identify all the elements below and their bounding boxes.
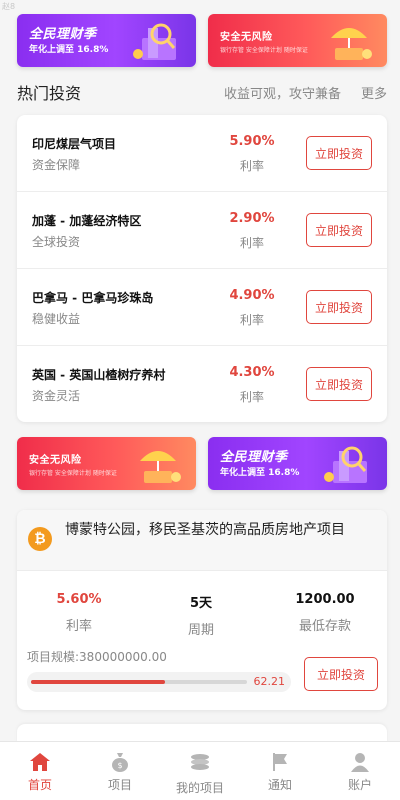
list-item[interactable]: 印尼煤层气项目 资金保障 5.90% 利率 立即投资 bbox=[17, 115, 387, 192]
list-item[interactable]: 英国 - 英国山楂树疗养村 资金灵活 4.30% 利率 立即投资 bbox=[17, 346, 387, 423]
rate-label: 利率 bbox=[239, 313, 264, 327]
investment-name: 加蓬 - 加蓬经济特区 bbox=[32, 214, 142, 228]
magnifier-illustration-icon bbox=[133, 23, 176, 60]
rate-label: 利率 bbox=[239, 390, 264, 404]
svg-text:$: $ bbox=[117, 761, 122, 770]
project-scale: 项目规模:380000000.00 bbox=[27, 650, 167, 664]
investment-name: 英国 - 英国山楂树疗养村 bbox=[32, 368, 166, 382]
investment-rate: 5.90% bbox=[229, 134, 275, 149]
user-icon bbox=[351, 753, 369, 772]
banner-title: 安全无风险 bbox=[29, 455, 82, 466]
progress-fill bbox=[31, 680, 166, 684]
top-banner-row: 全民理财季 年化上调至 16.8% 安全无风险 银行存管 安全保障计划 随时保证 bbox=[0, 14, 400, 67]
invest-now-button[interactable]: 立即投资 bbox=[306, 213, 372, 247]
tab-label: 我的项目 bbox=[175, 781, 224, 795]
money-bag-icon: $ bbox=[112, 753, 128, 772]
section-slogan: 收益可观，攻守兼备 bbox=[223, 86, 341, 102]
flag-icon bbox=[273, 753, 287, 771]
tab-home[interactable]: 首页 bbox=[0, 742, 80, 800]
invest-now-button[interactable]: 立即投资 bbox=[306, 290, 372, 324]
banner-title: 安全无风险 bbox=[220, 32, 273, 43]
bitcoin-icon: ₿ bbox=[28, 527, 52, 551]
invest-now-button[interactable]: 立即投资 bbox=[306, 367, 372, 401]
umbrella-illustration-icon bbox=[140, 451, 181, 483]
investment-name: 印尼煤层气项目 bbox=[32, 137, 117, 151]
banner-subtitle: 年化上调至 16.8% bbox=[29, 45, 109, 55]
section-title: 热门投资 bbox=[17, 84, 82, 103]
tab-label: 通知 bbox=[267, 778, 292, 792]
tab-projects[interactable]: $ 项目 bbox=[80, 742, 160, 800]
tab-my-projects[interactable]: 我的项目 bbox=[160, 742, 240, 800]
project-title: 博蒙特公园，移民圣基茨的高品质房地产项目 bbox=[65, 522, 345, 538]
magnifier-illustration-icon bbox=[324, 446, 367, 483]
umbrella-illustration-icon bbox=[331, 28, 372, 60]
investment-tag: 资金保障 bbox=[32, 158, 81, 172]
stat-min-deposit: 1200.00 最低存款 bbox=[275, 592, 375, 634]
banner-subtitle: 年化上调至 16.8% bbox=[220, 468, 300, 478]
banner-safe[interactable]: 安全无风险 银行存管 安全保障计划 随时保证 bbox=[208, 14, 387, 67]
tab-label: 首页 bbox=[27, 778, 52, 792]
stat-label: 利率 bbox=[65, 619, 92, 634]
middle-banner-row: 安全无风险 银行存管 安全保障计划 随时保证 全民理财季 年化上调至 16.8% bbox=[0, 437, 400, 490]
project-header: ₿ 博蒙特公园，移民圣基茨的高品质房地产项目 bbox=[17, 510, 387, 571]
investment-tag: 资金灵活 bbox=[32, 389, 81, 403]
tab-account[interactable]: 账户 bbox=[320, 742, 400, 800]
stat-label: 最低存款 bbox=[298, 619, 351, 634]
investment-list: 印尼煤层气项目 资金保障 5.90% 利率 立即投资 加蓬 - 加蓬经济特区 全… bbox=[17, 115, 387, 422]
invest-now-button[interactable]: 立即投资 bbox=[304, 657, 378, 691]
section-header: 热门投资 收益可观，攻守兼备 更多 bbox=[17, 80, 387, 104]
corner-text: 赵8 bbox=[2, 2, 16, 11]
investment-rate: 4.30% bbox=[229, 365, 275, 380]
banner-wealth-season[interactable]: 全民理财季 年化上调至 16.8% bbox=[17, 14, 196, 67]
list-item[interactable]: 加蓬 - 加蓬经济特区 全球投资 2.90% 利率 立即投资 bbox=[17, 192, 387, 269]
banner-title: 全民理财季 bbox=[29, 27, 97, 42]
progress-text: 62.21 bbox=[253, 675, 286, 688]
home-icon bbox=[30, 753, 50, 771]
tab-notifications[interactable]: 通知 bbox=[240, 742, 320, 800]
stat-value: 5.60% bbox=[56, 592, 102, 607]
tab-label: 项目 bbox=[107, 778, 132, 792]
bottom-tab-bar: 首页 $ 项目 我的项目 通知 账户 bbox=[0, 741, 400, 800]
stat-rate: 5.60% 利率 bbox=[29, 592, 129, 634]
tab-label: 账户 bbox=[347, 778, 372, 792]
investment-tag: 稳健收益 bbox=[32, 312, 81, 326]
investment-rate: 2.90% bbox=[229, 211, 275, 226]
coins-stack-icon bbox=[191, 754, 209, 770]
project-card[interactable]: ₿ 博蒙特公园，移民圣基茨的高品质房地产项目 5.60% 利率 5天 周期 12… bbox=[17, 510, 387, 710]
investment-rate: 4.90% bbox=[229, 288, 275, 303]
rate-label: 利率 bbox=[239, 159, 264, 173]
banner-title: 全民理财季 bbox=[220, 450, 288, 465]
stat-cycle: 5天 周期 bbox=[151, 592, 251, 638]
banner-subtitle: 银行存管 安全保障计划 随时保证 bbox=[29, 470, 117, 477]
banner-safe[interactable]: 安全无风险 银行存管 安全保障计划 随时保证 bbox=[17, 437, 196, 490]
banner-wealth-season[interactable]: 全民理财季 年化上调至 16.8% bbox=[208, 437, 387, 490]
list-item[interactable]: 巴拿马 - 巴拿马珍珠岛 稳健收益 4.90% 利率 立即投资 bbox=[17, 269, 387, 346]
rate-label: 利率 bbox=[239, 236, 264, 250]
banner-subtitle: 银行存管 安全保障计划 随时保证 bbox=[220, 47, 308, 54]
progress-bar: 62.21 bbox=[27, 672, 291, 692]
investment-tag: 全球投资 bbox=[32, 235, 81, 249]
progress-track bbox=[31, 680, 247, 684]
invest-now-button[interactable]: 立即投资 bbox=[306, 136, 372, 170]
investment-name: 巴拿马 - 巴拿马珍珠岛 bbox=[32, 291, 154, 305]
stat-label: 周期 bbox=[187, 623, 214, 638]
stat-value: 5天 bbox=[189, 596, 213, 611]
more-link[interactable]: 更多 bbox=[361, 83, 387, 102]
stat-value: 1200.00 bbox=[295, 592, 355, 607]
